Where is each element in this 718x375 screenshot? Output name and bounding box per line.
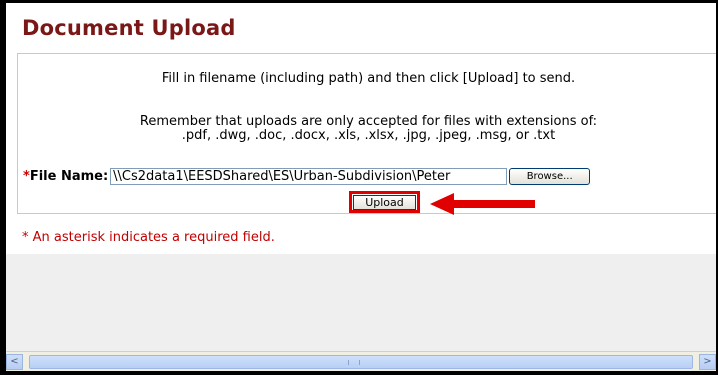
upload-highlight-box: Upload xyxy=(349,191,420,213)
file-name-row: * File Name: \\Cs2data1\EESDShared\ES\Ur… xyxy=(23,166,591,186)
instruction-text: Fill in filename (including path) and th… xyxy=(161,71,576,86)
upload-panel: Fill in filename (including path) and th… xyxy=(17,53,718,214)
grip-icon xyxy=(348,360,360,365)
browser-frame: Document Upload Fill in filename (includ… xyxy=(0,0,718,375)
upload-button[interactable]: Upload xyxy=(353,194,416,210)
scroll-right-arrow-icon[interactable]: > xyxy=(699,354,716,370)
browse-button[interactable]: Browse... xyxy=(509,167,591,185)
extension-notice: Remember that uploads are only accepted … xyxy=(139,114,598,129)
frame-border-bottom xyxy=(0,371,718,375)
empty-page-area xyxy=(6,254,716,351)
required-asterisk: * xyxy=(23,168,30,184)
scrollbar-thumb[interactable] xyxy=(29,355,693,369)
required-field-note: * An asterisk indicates a required field… xyxy=(22,230,275,245)
red-arrow-icon xyxy=(430,193,535,215)
file-name-label: File Name: xyxy=(29,168,109,184)
horizontal-scrollbar[interactable]: < > xyxy=(6,351,716,371)
page-title: Document Upload xyxy=(22,16,236,40)
frame-border-left xyxy=(0,0,6,375)
frame-border-top xyxy=(0,0,718,3)
scroll-left-arrow-icon[interactable]: < xyxy=(6,354,23,370)
extension-list: .pdf, .dwg, .doc, .docx, .xls, .xlsx, .j… xyxy=(181,128,556,143)
file-name-input[interactable]: \\Cs2data1\EESDShared\ES\Urban-Subdivisi… xyxy=(110,167,508,185)
